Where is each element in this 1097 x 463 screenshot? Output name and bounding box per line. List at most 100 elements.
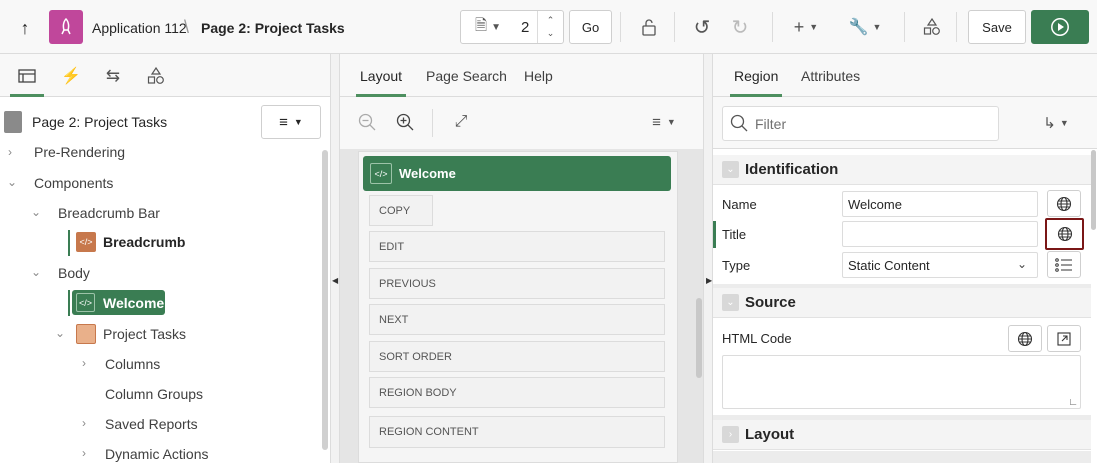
region-title: Welcome [399,166,456,181]
right-panel-tabs: Region Attributes [713,54,1097,97]
tab-attributes[interactable]: Attributes [801,68,860,84]
tab-rendering-icon[interactable] [16,66,38,86]
tree-line [68,290,70,316]
chevron-right-icon[interactable]: › [82,356,86,370]
tree-body[interactable]: Body [58,265,90,281]
position-region-body[interactable]: REGION BODY [369,377,665,408]
type-list-button[interactable] [1047,251,1081,278]
chevron-right-icon[interactable]: › [82,446,86,460]
tab-region[interactable]: Region [729,68,783,97]
top-toolbar: ↑ Application 112 \ Page 2: Project Task… [0,0,1097,54]
name-field[interactable]: Welcome [842,191,1038,217]
search-icon [729,113,749,133]
position-next[interactable]: NEXT [369,304,665,335]
section-identification[interactable]: ⌄ Identification [713,155,1091,185]
zoom-out-icon[interactable] [356,111,378,133]
go-to-group-icon[interactable]: ↳ ▼ [1038,113,1074,133]
page-stepper[interactable]: ⌃ ⌄ [537,11,563,43]
layout-region-welcome[interactable]: </> Welcome [363,156,671,191]
tree-breadcrumb[interactable]: Breadcrumb [103,234,185,250]
up-arrow-icon[interactable]: ↑ [14,17,36,39]
chevron-right-icon[interactable]: › [82,416,86,430]
page-selector[interactable]: 🗎 ▼ 2 ⌃ ⌄ [460,10,564,44]
globe-icon [1017,331,1033,346]
tree-project-tasks[interactable]: Project Tasks [103,326,186,342]
app-name-link[interactable]: Application 112 [92,20,187,36]
undo-icon[interactable]: ↺ [690,15,714,39]
utilities-wrench-icon[interactable]: 🔧 ▼ [846,15,884,39]
chevron-down-icon[interactable]: ⌄ [7,175,17,189]
tab-shared-components-icon[interactable] [145,65,167,87]
tree-dynamic-actions[interactable]: Dynamic Actions [105,446,208,462]
save-button[interactable]: Save [968,10,1026,44]
static-content-icon: </> [370,163,392,184]
html-code-textarea[interactable]: ∟ [722,355,1081,409]
tree-line [68,230,70,256]
section-source[interactable]: ⌄ Source [713,288,1091,318]
expand-icon[interactable]: ⤢ [450,111,472,133]
app-icon [49,10,83,44]
title-translate-button[interactable] [1045,218,1084,250]
html-code-expand-button[interactable] [1047,325,1081,352]
unlock-icon[interactable] [637,15,661,39]
page-node-icon [4,111,22,133]
right-scrollbar[interactable] [1091,150,1096,230]
run-page-button[interactable] [1031,10,1089,44]
go-button[interactable]: Go [569,10,612,44]
type-select[interactable]: Static Content ⌄ [842,252,1038,278]
tree-components[interactable]: Components [34,175,113,191]
list-icon [1055,257,1072,272]
redo-icon[interactable]: ↻ [728,15,752,39]
layout-menu-icon[interactable]: ≡ ▼ [646,111,682,133]
tree-saved-reports[interactable]: Saved Reports [105,416,198,432]
tree-menu-button[interactable]: ≡ ▼ [261,105,321,139]
type-label: Type [722,258,751,273]
section-identification-title: Identification [745,161,839,178]
position-label: REGION CONTENT [379,426,479,438]
chevron-down-icon[interactable]: ⌄ [31,265,41,279]
expand-chevron-icon: › [722,426,739,443]
create-menu-icon[interactable]: + ▼ [788,15,824,39]
tab-layout[interactable]: Layout [355,68,407,97]
breadcrumb-separator: \ [184,17,190,37]
tree-columns[interactable]: Columns [105,356,160,372]
divider [904,12,905,42]
tree-breadcrumb-bar[interactable]: Breadcrumb Bar [58,205,160,221]
chevron-right-icon[interactable]: › [8,145,12,159]
zoom-in-icon[interactable] [394,111,416,133]
left-scrollbar[interactable] [322,150,328,450]
position-copy[interactable]: COPY [369,195,433,226]
chevron-down-icon: ▼ [491,21,501,33]
tab-help[interactable]: Help [524,68,553,84]
tree-welcome-label: Welcome [103,295,165,311]
chevron-down-icon[interactable]: ⌄ [31,205,41,219]
position-sort-order[interactable]: SORT ORDER [369,341,665,372]
layout-scrollbar[interactable] [696,298,702,378]
tree-pre-rendering[interactable]: Pre-Rendering [34,144,125,160]
title-field[interactable] [842,221,1038,247]
html-code-translate-button[interactable] [1008,325,1042,352]
position-previous[interactable]: PREVIOUS [369,268,665,299]
left-panel-tabs: ⚡ ⇆ [0,54,330,97]
position-region-content[interactable]: REGION CONTENT [369,416,665,448]
position-label: EDIT [379,240,405,253]
name-translate-button[interactable] [1047,190,1081,217]
position-edit[interactable]: EDIT [369,231,665,262]
left-splitter[interactable]: ◀ [330,54,340,463]
tab-processing-icon[interactable]: ⇆ [102,65,124,87]
collapse-icon: ⌄ [722,294,739,311]
tab-dynamic-actions-icon[interactable]: ⚡ [60,65,82,87]
tab-page-search[interactable]: Page Search [426,68,507,84]
right-splitter[interactable]: ▶ [703,54,713,463]
chevron-down-icon[interactable]: ⌄ [55,326,65,340]
shared-components-icon[interactable] [920,15,944,39]
tree-page-node[interactable]: Page 2: Project Tasks [32,114,167,130]
section-layout[interactable]: › Layout [713,420,1091,450]
interactive-report-icon [76,324,96,344]
divider [772,12,773,42]
tree-welcome-selected[interactable]: </> Welcome [72,290,165,315]
page-number-input[interactable]: 2 [521,19,529,36]
tree-column-groups[interactable]: Column Groups [105,386,203,402]
resize-handle-icon[interactable]: ∟ [1068,397,1078,408]
filter-input[interactable]: Filter [722,106,999,141]
